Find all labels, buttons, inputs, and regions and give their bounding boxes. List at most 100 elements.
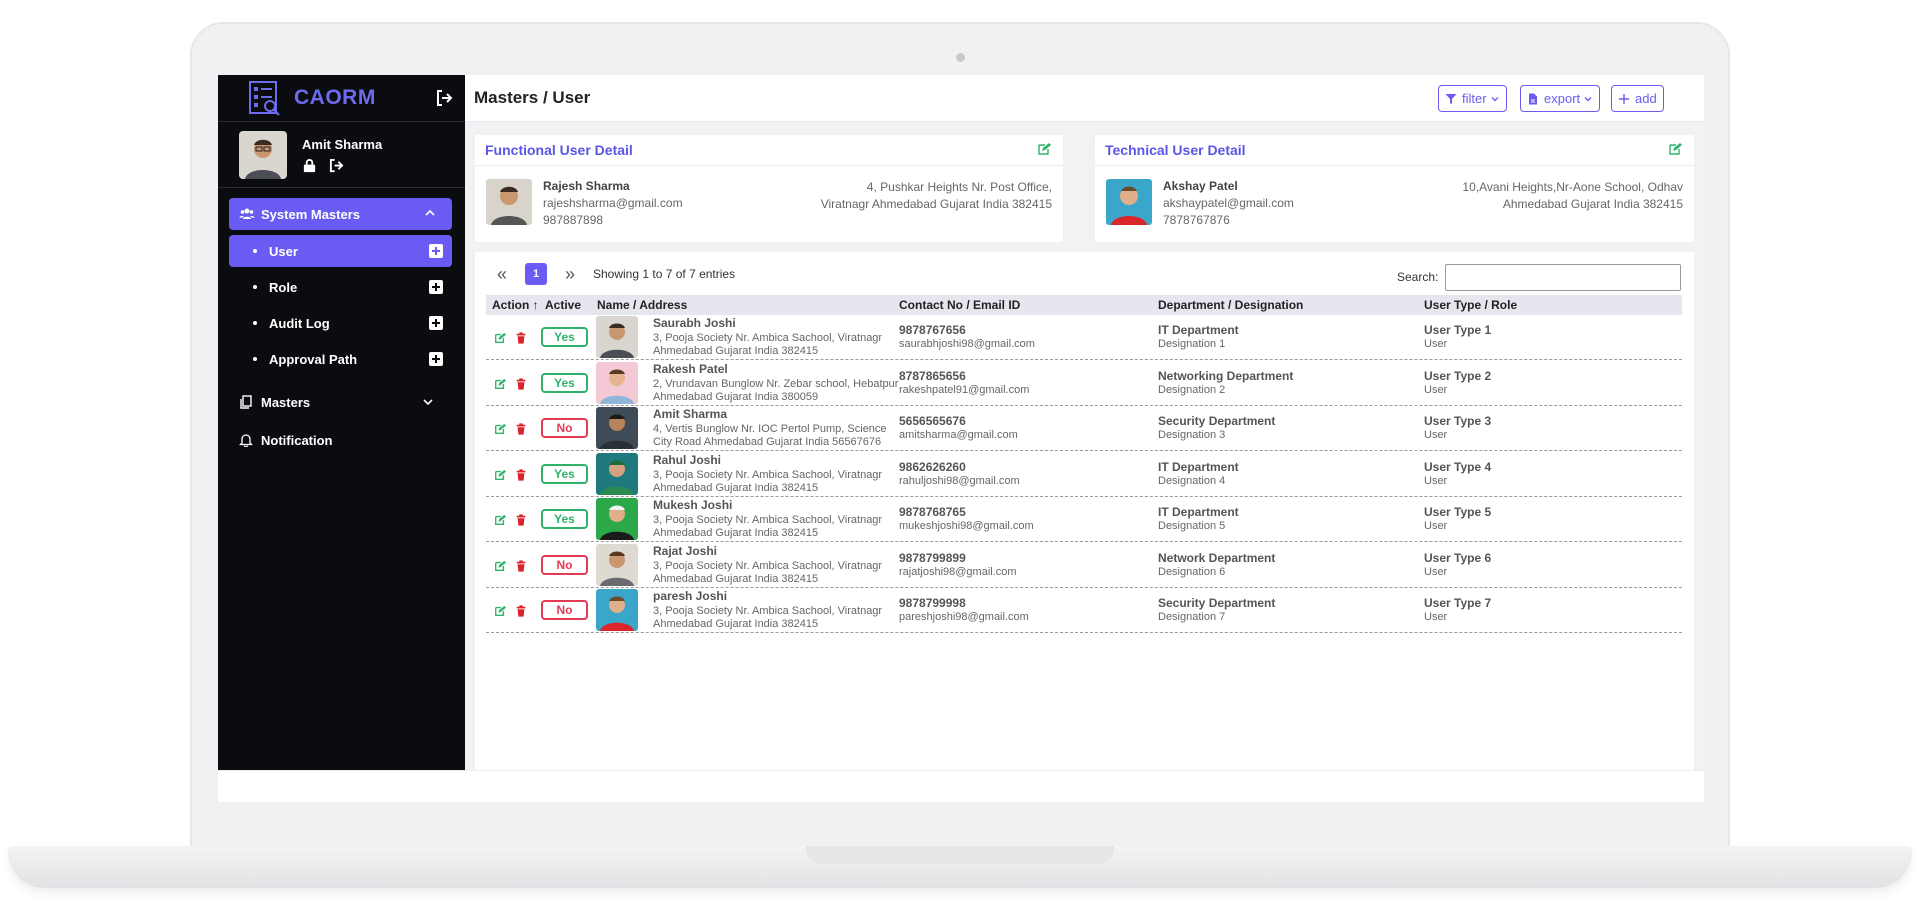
col-active[interactable]: Active: [545, 298, 581, 312]
user-phone: 9862626260: [899, 459, 966, 474]
avatar: [596, 316, 638, 358]
user-role: User: [1424, 520, 1448, 532]
sidebar-item-audit-log[interactable]: Audit Log: [229, 307, 452, 339]
plus-square-icon[interactable]: [429, 244, 443, 258]
plus-square-icon[interactable]: [429, 352, 443, 366]
trash-icon[interactable]: [515, 468, 527, 481]
chevron-up-icon: [425, 209, 435, 216]
user-type: User Type 1: [1424, 323, 1492, 337]
edit-icon[interactable]: [494, 332, 506, 344]
double-right-icon[interactable]: »: [561, 264, 579, 285]
pagination: « 1 » Showing 1 to 7 of 7 entries: [493, 263, 735, 285]
search-label: Search:: [1397, 270, 1439, 284]
chevron-down-icon: [1584, 96, 1592, 101]
sidebar-item-label: Notification: [261, 432, 333, 448]
profile-name: Amit Sharma: [302, 136, 383, 152]
user-name: paresh Joshi: [653, 589, 728, 603]
lock-icon[interactable]: [302, 158, 317, 173]
bullet: [253, 249, 257, 253]
user-address: 3, Pooja Society Nr. Ambica Sachool, Vir…: [653, 514, 883, 539]
trash-icon[interactable]: [515, 423, 527, 435]
sidebar-item-masters[interactable]: Masters: [229, 388, 452, 416]
col-department[interactable]: Department / Designation: [1158, 298, 1303, 312]
filter-button[interactable]: filter: [1438, 85, 1507, 112]
edit-icon[interactable]: [494, 514, 506, 526]
address-line: Viratnagr Ahmedabad Gujarat India 382415: [820, 197, 1052, 211]
trash-icon[interactable]: [515, 377, 527, 390]
edit-icon[interactable]: [494, 560, 506, 572]
user-department: Networking Department: [1158, 368, 1294, 383]
user-name: Mukesh Joshi: [653, 498, 733, 512]
table-row: Yes Saurabh Joshi 3, Pooja Society Nr. Amb…: [486, 315, 1682, 360]
user-type: User Type 3: [1424, 414, 1492, 428]
card-user-phone: 987887898: [543, 213, 604, 227]
logout-icon[interactable]: [435, 89, 453, 107]
screen-bottom-strip: [218, 770, 1704, 802]
user-phone: 9878768765: [899, 505, 966, 519]
chevron-down-icon: [423, 399, 433, 406]
avatar: [596, 407, 638, 449]
edit-icon[interactable]: [1668, 142, 1682, 156]
card-title: Functional User Detail: [485, 142, 633, 158]
edit-icon[interactable]: [494, 423, 506, 435]
sidebar-item-label: Masters: [261, 394, 311, 410]
add-label: add: [1635, 91, 1657, 106]
table-row: Yes Rakesh Patel 2, Vrundavan Bunglow Nr. …: [486, 361, 1682, 406]
sidebar-item-approval-path[interactable]: Approval Path: [229, 343, 452, 375]
user-name: Rajat Joshi: [653, 543, 718, 558]
sidebar-item-notification[interactable]: Notification: [229, 426, 452, 454]
edit-icon[interactable]: [494, 469, 506, 481]
trash-icon[interactable]: [515, 332, 527, 344]
row-actions: [494, 514, 527, 526]
trash-icon[interactable]: [515, 605, 527, 617]
avatar: [596, 361, 638, 404]
card-title: Technical User Detail: [1105, 142, 1246, 158]
address-line: Ahmedabad Gujarat India 382415: [1502, 197, 1683, 211]
user-phone: 9878799899: [899, 550, 966, 565]
plus-square-icon[interactable]: [429, 280, 443, 294]
users-table-panel: « 1 » Showing 1 to 7 of 7 entries Search…: [475, 252, 1694, 770]
sidebar-item-label: Audit Log: [269, 315, 330, 331]
edit-icon[interactable]: [1037, 142, 1051, 156]
row-actions: [494, 605, 527, 617]
double-left-icon[interactable]: «: [493, 264, 511, 285]
user-address: 3, Pooja Society Nr. Ambica Sachool, Vir…: [653, 468, 883, 494]
sidebar-item-label: Approval Path: [269, 351, 358, 367]
plus-icon: [1619, 93, 1629, 104]
user-email: rahuljoshi98@gmail.com: [899, 474, 1020, 487]
filter-label: filter: [1462, 91, 1487, 106]
edit-icon[interactable]: [494, 378, 506, 390]
user-name: Saurabh Joshi: [653, 316, 736, 330]
user-phone: 9878799998: [899, 596, 966, 610]
row-actions: [494, 468, 527, 481]
col-contact[interactable]: Contact No / Email ID: [899, 298, 1020, 312]
card-divider: [475, 165, 1063, 166]
logout-icon[interactable]: [329, 158, 344, 173]
col-name-address[interactable]: Name / Address: [597, 298, 687, 312]
user-email: saurabhjoshi98@gmail.com: [899, 338, 1035, 350]
address-line: 4, Pushkar Heights Nr. Post Office,: [866, 180, 1052, 194]
search-input[interactable]: [1445, 264, 1681, 291]
user-designation: Designation 3: [1158, 429, 1226, 441]
user-phone: 8787865656: [899, 368, 966, 383]
export-button[interactable]: export: [1520, 85, 1601, 112]
top-bar: Masters / User filter export add: [465, 75, 1704, 122]
sidebar-item-label: Role: [269, 279, 298, 295]
trash-icon[interactable]: [515, 559, 527, 572]
sidebar-item-role[interactable]: Role: [229, 271, 452, 303]
laptop-camera: [956, 53, 965, 62]
avatar: [486, 179, 532, 225]
trash-icon[interactable]: [515, 514, 527, 526]
col-user-type[interactable]: User Type / Role: [1424, 298, 1517, 312]
page-button[interactable]: 1: [525, 263, 547, 285]
sidebar-item-user[interactable]: User: [229, 235, 452, 267]
col-action[interactable]: Action ↑: [492, 298, 539, 312]
plus-square-icon[interactable]: [429, 316, 443, 330]
sidebar-group-system-masters[interactable]: System Masters: [229, 198, 452, 230]
active-badge: Yes: [541, 372, 588, 393]
bullet: [253, 321, 257, 325]
card-user-email: akshaypatel@gmail.com: [1163, 196, 1294, 210]
card-user-email: rajeshsharma@gmail.com: [543, 196, 683, 210]
add-button[interactable]: add: [1611, 85, 1664, 112]
edit-icon[interactable]: [494, 605, 506, 617]
